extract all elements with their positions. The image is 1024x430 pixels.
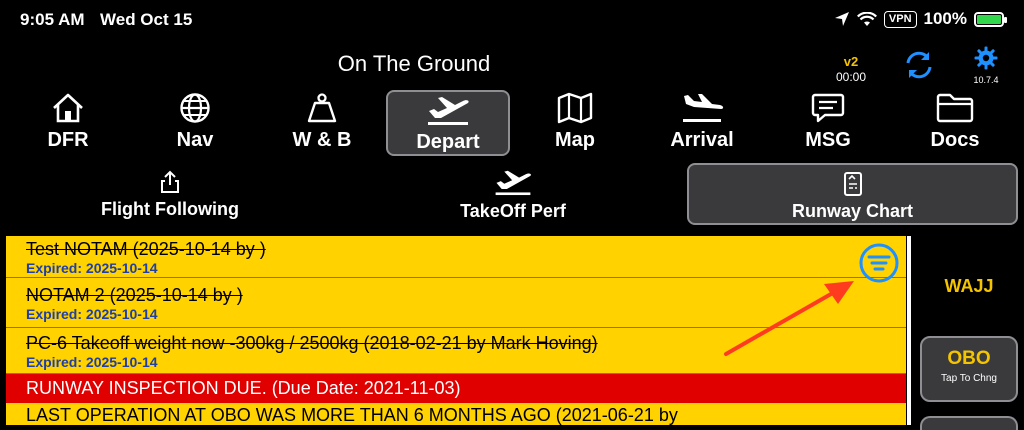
- weight-icon: [307, 93, 337, 123]
- runway-inspection-alert[interactable]: RUNWAY INSPECTION DUE. (Due Date: 2021-1…: [6, 374, 906, 403]
- plane-departure-icon: [428, 97, 469, 125]
- status-date: Wed Oct 15: [100, 10, 193, 29]
- gear-icon: [974, 46, 998, 70]
- tab-label: Docs: [930, 129, 980, 151]
- plane-arrival-icon: [683, 94, 724, 122]
- tab-map[interactable]: Map: [513, 90, 637, 156]
- status-bar: 9:05 AM Wed Oct 15 VPN 100%: [0, 0, 1024, 38]
- origin-airport[interactable]: WAJJ: [920, 276, 1018, 297]
- annotation-arrow-icon: [724, 281, 854, 356]
- runway-chart-button[interactable]: Runway Chart: [687, 163, 1018, 225]
- message-icon: [811, 93, 845, 123]
- tab-label: Depart: [416, 131, 480, 153]
- tab-msg[interactable]: MSG: [766, 90, 890, 156]
- wifi-icon: [856, 11, 877, 26]
- panel-divider: [907, 236, 911, 425]
- tab-arrival[interactable]: Arrival: [640, 90, 764, 156]
- location-icon: [834, 12, 849, 26]
- tab-label: W & B: [292, 129, 352, 151]
- timer-label: 00:00: [835, 70, 867, 84]
- house-icon: [53, 93, 83, 123]
- settings-button[interactable]: 10.7.4: [966, 46, 1006, 85]
- takeoff-perf-label: TakeOff Perf: [460, 201, 566, 221]
- tab-docs[interactable]: Docs: [893, 90, 1017, 156]
- map-icon: [557, 92, 593, 124]
- flight-following-button[interactable]: Flight Following: [70, 170, 270, 220]
- sub-action-row: Flight Following TakeOff Perf Runway Cha…: [0, 160, 1024, 228]
- status-time: 9:05 AM: [20, 10, 85, 29]
- page-title: On The Ground: [337, 51, 491, 76]
- tab-label: Nav: [176, 129, 214, 151]
- version-label: v2: [843, 54, 859, 69]
- tab-weight-balance[interactable]: W & B: [260, 90, 384, 156]
- tab-depart[interactable]: Depart: [386, 90, 510, 156]
- flight-following-label: Flight Following: [101, 199, 239, 219]
- folder-icon: [936, 93, 974, 123]
- notam-text: Test NOTAM (2025-10-14 by ): [26, 239, 266, 259]
- battery-icon: [974, 11, 1007, 27]
- version-indicator[interactable]: v2 00:00: [832, 54, 870, 84]
- main-tab-bar: DFR Nav W & B Depart Map Arrival MSG Doc…: [6, 90, 1022, 156]
- battery-percent: 100%: [923, 9, 967, 28]
- share-icon: [161, 170, 179, 193]
- takeoff-perf-button[interactable]: TakeOff Perf: [413, 168, 613, 222]
- vpn-badge: VPN: [883, 10, 917, 28]
- next-airport-button[interactable]: [920, 416, 1018, 430]
- current-airport-hint: Tap To Chng: [941, 373, 997, 384]
- current-airport-code: OBO: [947, 348, 991, 369]
- last-operation-alert[interactable]: LAST OPERATION AT OBO WAS MORE THAN 6 MO…: [6, 403, 906, 425]
- tab-label: MSG: [805, 129, 851, 151]
- tab-label: Map: [555, 129, 595, 151]
- app-version-label: 10.7.4: [973, 75, 999, 85]
- tab-nav[interactable]: Nav: [133, 90, 257, 156]
- current-airport-button[interactable]: OBO Tap To Chng: [920, 336, 1018, 402]
- tab-dfr[interactable]: DFR: [6, 90, 130, 156]
- runway-chart-label: Runway Chart: [791, 201, 914, 221]
- globe-icon: [180, 93, 210, 123]
- chart-doc-icon: [843, 172, 862, 196]
- airport-panel: WAJJ OBO Tap To Chng: [920, 236, 1024, 430]
- sync-icon[interactable]: [902, 48, 936, 82]
- plane-takeoff-icon: [495, 170, 531, 196]
- tab-label: DFR: [47, 129, 89, 151]
- tab-label: Arrival: [670, 129, 734, 151]
